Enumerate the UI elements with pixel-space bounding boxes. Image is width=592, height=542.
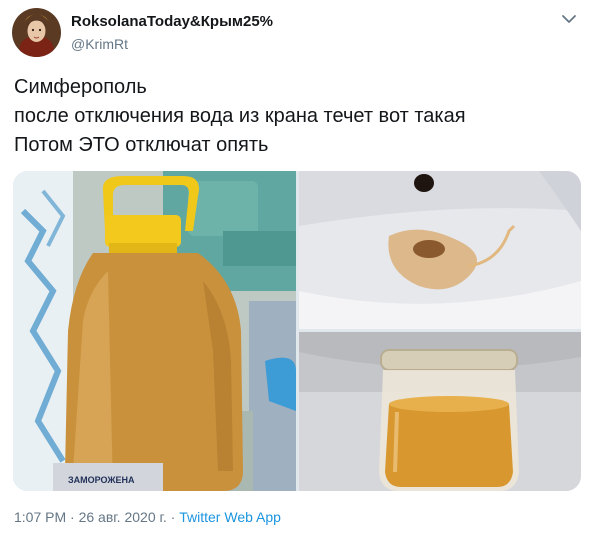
photo-sink-stain[interactable]	[299, 171, 581, 329]
photo-bottle[interactable]: ЗАМОРОЖЕНА	[13, 171, 296, 491]
tweet-text-line: Симферополь	[14, 76, 147, 98]
tweet-card: RoksolanaToday&Крым25% @KrimRt Симферопо…	[0, 0, 592, 542]
separator: ·	[66, 509, 79, 525]
tweet-text-line: после отключения вода из крана течет вот…	[14, 105, 466, 127]
tweet-date[interactable]: 26 авг. 2020 г.	[79, 509, 167, 525]
separator: ·	[166, 509, 180, 525]
tweet-text: Симферополь после отключения вода из кра…	[14, 73, 579, 160]
user-handle[interactable]: @KrimRt	[71, 34, 273, 54]
avatar[interactable]	[12, 8, 61, 57]
tweet-source-link[interactable]: Twitter Web App	[179, 509, 281, 525]
photo-jar[interactable]	[299, 332, 581, 491]
bottle-label-text: ЗАМОРОЖЕНА	[68, 475, 135, 485]
media-grid: ЗАМОРОЖЕНА	[13, 171, 581, 491]
user-info: RoksolanaToday&Крым25% @KrimRt	[71, 13, 273, 54]
display-name[interactable]: RoksolanaToday&Крым25%	[71, 13, 273, 31]
tweet-metadata: 1:07 PM · 26 авг. 2020 г. · Twitter Web …	[14, 507, 281, 527]
tweet-text-line: Потом ЭТО отключат опять	[14, 134, 269, 156]
chevron-down-icon[interactable]	[560, 12, 578, 26]
tweet-time[interactable]: 1:07 PM	[14, 509, 66, 525]
tweet-header: RoksolanaToday&Крым25% @KrimRt	[12, 8, 582, 58]
avatar-image	[12, 8, 61, 57]
